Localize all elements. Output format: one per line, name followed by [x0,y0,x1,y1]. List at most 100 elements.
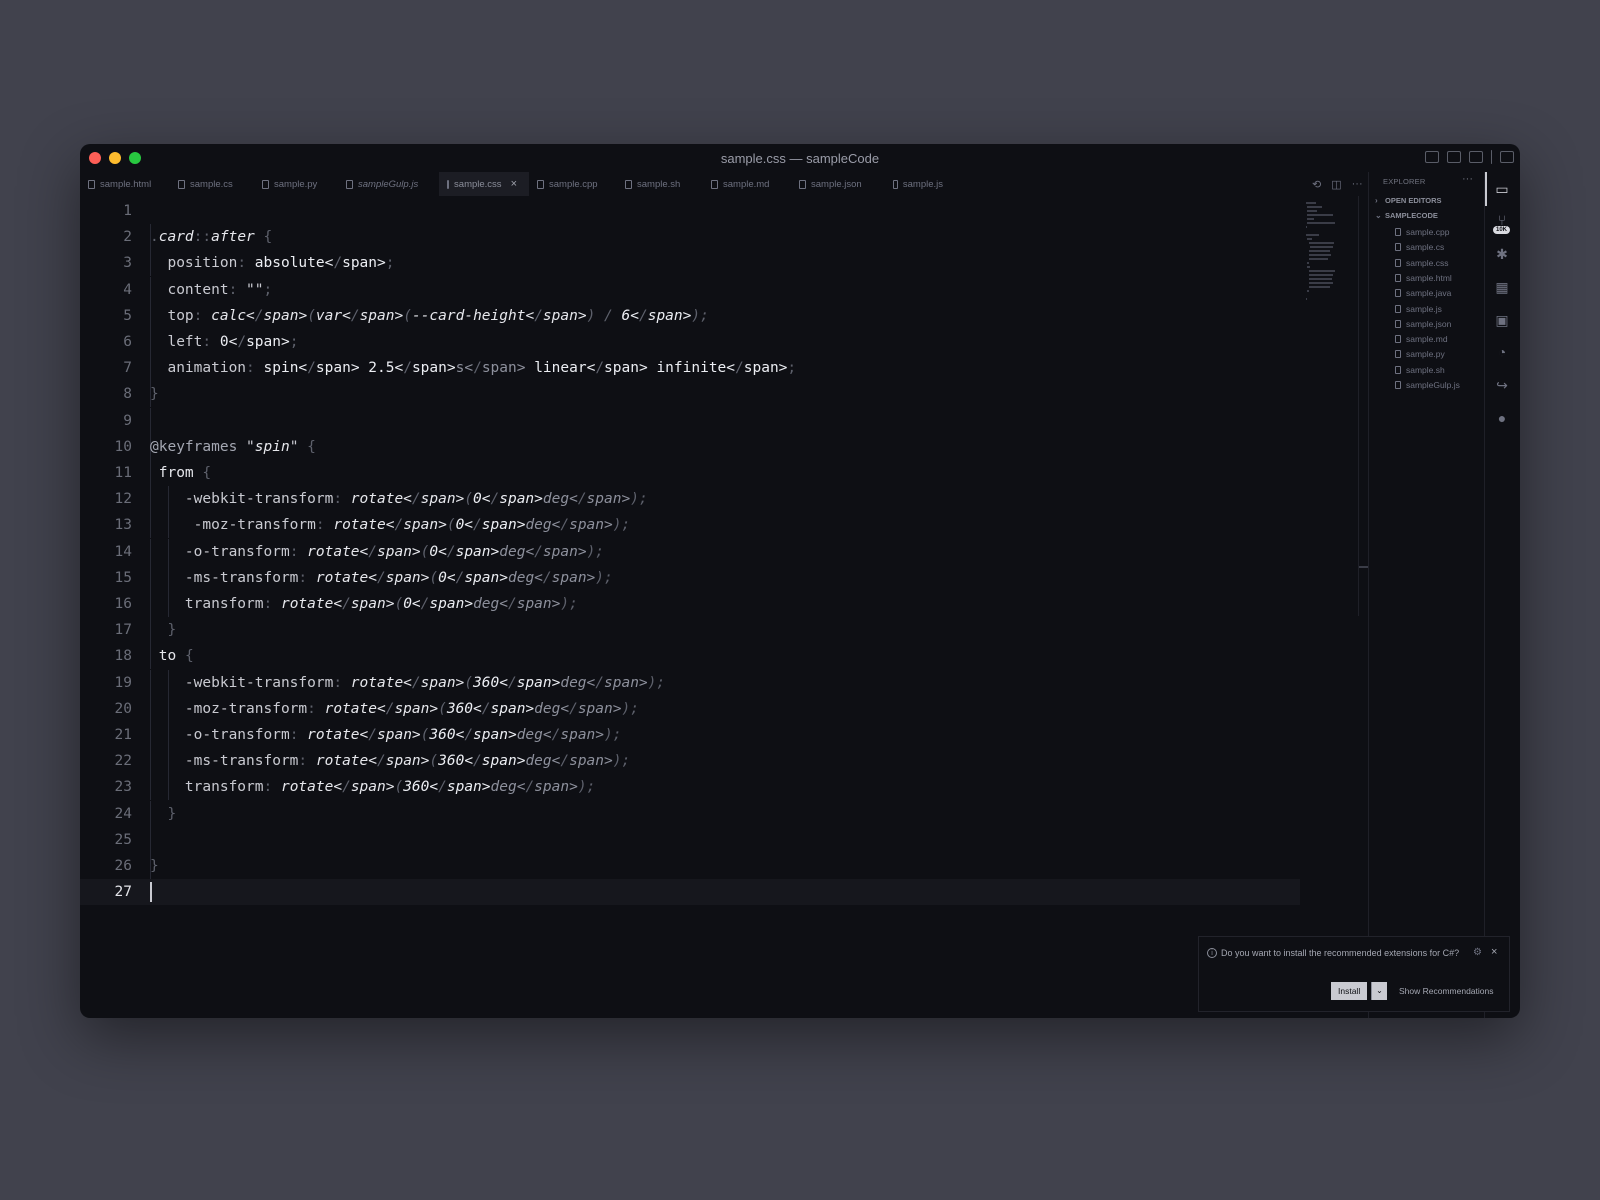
code-line[interactable]: 21 -o-transform: rotate</span>(360</span… [80,722,1300,748]
code-line[interactable]: 2 .card::after { [80,224,1300,251]
code-line[interactable]: 25 [80,826,1300,853]
code-line[interactable]: 16 transform: rotate</span>(0</span>deg<… [80,591,1300,617]
code-line[interactable]: 8} [80,381,1300,408]
tab-label: sample.js [902,178,943,190]
code-line[interactable]: 26} [80,853,1300,879]
toggle-primary-sidebar-icon[interactable] [1425,151,1439,163]
live-share-icon[interactable]: ↪ [1494,377,1510,393]
code-line[interactable]: 11 from { [80,460,1300,486]
code-line[interactable]: 12 -webkit-transform: rotate</span>(0</s… [80,486,1300,513]
code-line[interactable]: 4 content: ""; [80,276,1300,303]
tab-sample-cs[interactable]: sample.cs [170,172,254,196]
explorer-icon[interactable]: ▭ [1494,181,1510,197]
debug-icon[interactable]: ✱ [1494,246,1510,262]
explorer-file-item[interactable]: sample.java [1395,288,1451,298]
active-indicator [1485,172,1487,206]
code-line[interactable]: 9 [80,407,1300,434]
customize-layout-icon[interactable] [1500,151,1514,163]
explorer-file-item[interactable]: sample.sh [1395,365,1445,375]
gear-icon[interactable]: ⚙ [1473,947,1482,958]
code-text: @keyframes "spin" { [150,438,316,455]
code-line[interactable]: 27 [80,879,1300,906]
explorer-file-item[interactable]: sample.cs [1395,242,1444,252]
tab-label: sample.css [454,178,502,190]
show-recommendations-button[interactable]: Show Recommendations [1399,982,1494,1000]
toggle-secondary-sidebar-icon[interactable] [1469,151,1483,163]
tab-sample-js[interactable]: sample.js [885,172,955,196]
explorer-file-item[interactable]: sample.md [1395,334,1448,344]
explorer-file-item[interactable]: sample.json [1395,319,1451,329]
code-text: -ms-transform: rotate</span>(360</span>d… [184,753,631,770]
file-name: sample.js [1406,303,1442,314]
explorer-file-item[interactable]: sampleGulp.js [1395,380,1460,390]
code-line[interactable]: 3 position: absolute</span>; [80,250,1300,277]
code-line[interactable]: 24 } [80,800,1300,827]
code-line[interactable]: 20 -moz-transform: rotate</span>(360</sp… [80,695,1300,722]
minimap[interactable] [1302,196,1358,596]
minimap-line [1307,206,1323,208]
project-label: SAMPLECODE [1385,211,1438,220]
tab-label: sample.cs [190,178,233,190]
install-options-chevron-down-icon[interactable]: ⌄ [1371,982,1387,1000]
code-line[interactable]: 5 top: calc</span>(var</span>(--card-hei… [80,302,1300,329]
line-number: 15 [114,569,132,586]
maximize-window-button[interactable] [129,152,141,164]
tab-sample-css[interactable]: sample.css × [439,172,529,196]
git-graph-icon[interactable]: ◔ [1494,344,1510,360]
explorer-file-item[interactable]: sample.html [1395,273,1452,283]
explorer-file-item[interactable]: sample.css [1395,258,1449,268]
minimap-line [1307,290,1310,292]
close-icon[interactable]: × [1491,946,1497,958]
code-line[interactable]: 22 -ms-transform: rotate</span>(360</spa… [80,748,1300,775]
extension-recommendation-toast: i Do you want to install the recommended… [1198,936,1510,1012]
explorer-file-item[interactable]: sample.js [1395,304,1442,314]
minimap-line [1308,282,1333,284]
explorer-file-item[interactable]: sample.cpp [1395,227,1449,237]
code-line[interactable]: 6 left: 0</span>; [80,329,1300,355]
code-line[interactable]: 15 -ms-transform: rotate</span>(0</span>… [80,564,1300,591]
minimap-line [1308,286,1330,288]
file-icon [447,179,450,189]
github-icon[interactable]: ● [1494,410,1510,426]
code-editor[interactable]: 1 2 .card::after {3 position: absolute</sp… [80,196,1300,1018]
extensions-icon[interactable]: ▦ [1494,279,1510,295]
minimap-line [1307,222,1335,224]
tab-sample-cpp[interactable]: sample.cpp [529,172,617,196]
split-editor-icon[interactable]: ◫ [1331,178,1341,191]
code-line[interactable]: 19 -webkit-transform: rotate</span>(360<… [80,669,1300,696]
timeline-icon[interactable]: ⟲ [1312,178,1321,191]
tab-label: sampleGulp.js [358,178,419,190]
close-window-button[interactable] [89,152,101,164]
tab-close-icon[interactable]: × [511,178,517,190]
tab-samplegulp-js[interactable]: sampleGulp.js [338,172,439,196]
code-line[interactable]: 14 -o-transform: rotate</span>(0</span>d… [80,538,1300,565]
explorer-more-icon[interactable]: ··· [1462,173,1473,185]
file-icon [625,179,632,189]
code-line[interactable]: 7 animation: spin</span> 2.5</span>s</sp… [80,355,1300,382]
tab-sample-html[interactable]: sample.html [80,172,170,196]
code-line[interactable]: 10 @keyframes "spin" { [80,433,1300,460]
minimap-line [1308,250,1331,252]
code-line[interactable]: 13 -moz-transform: rotate</span>(0</span… [80,512,1300,539]
tab-sample-py[interactable]: sample.py [254,172,338,196]
toggle-panel-icon[interactable] [1447,151,1461,163]
more-actions-icon[interactable]: ··· [1352,178,1363,191]
remote-explorer-icon[interactable]: ▣ [1494,312,1510,328]
project-section[interactable]: ⌄ SAMPLECODE [1375,211,1438,220]
line-number: 19 [114,674,132,691]
explorer-file-item[interactable]: sample.py [1395,349,1445,359]
tab-sample-json[interactable]: sample.json [791,172,885,196]
code-line[interactable]: 17 } [80,617,1300,644]
code-line[interactable]: 23 transform: rotate</span>(360</span>de… [80,774,1300,801]
open-editors-section[interactable]: › OPEN EDITORS [1375,196,1442,205]
code-line[interactable]: 18 to { [80,643,1300,670]
file-name: sample.json [1406,318,1452,329]
code-text: .card::after { [150,229,273,246]
install-button[interactable]: Install [1331,982,1368,1000]
tab-sample-md[interactable]: sample.md [703,172,791,196]
code-line[interactable]: 1 [80,198,1300,224]
file-icon [537,179,544,189]
tab-sample-sh[interactable]: sample.sh [617,172,703,196]
minimap-line [1306,226,1307,228]
minimize-window-button[interactable] [109,152,121,164]
